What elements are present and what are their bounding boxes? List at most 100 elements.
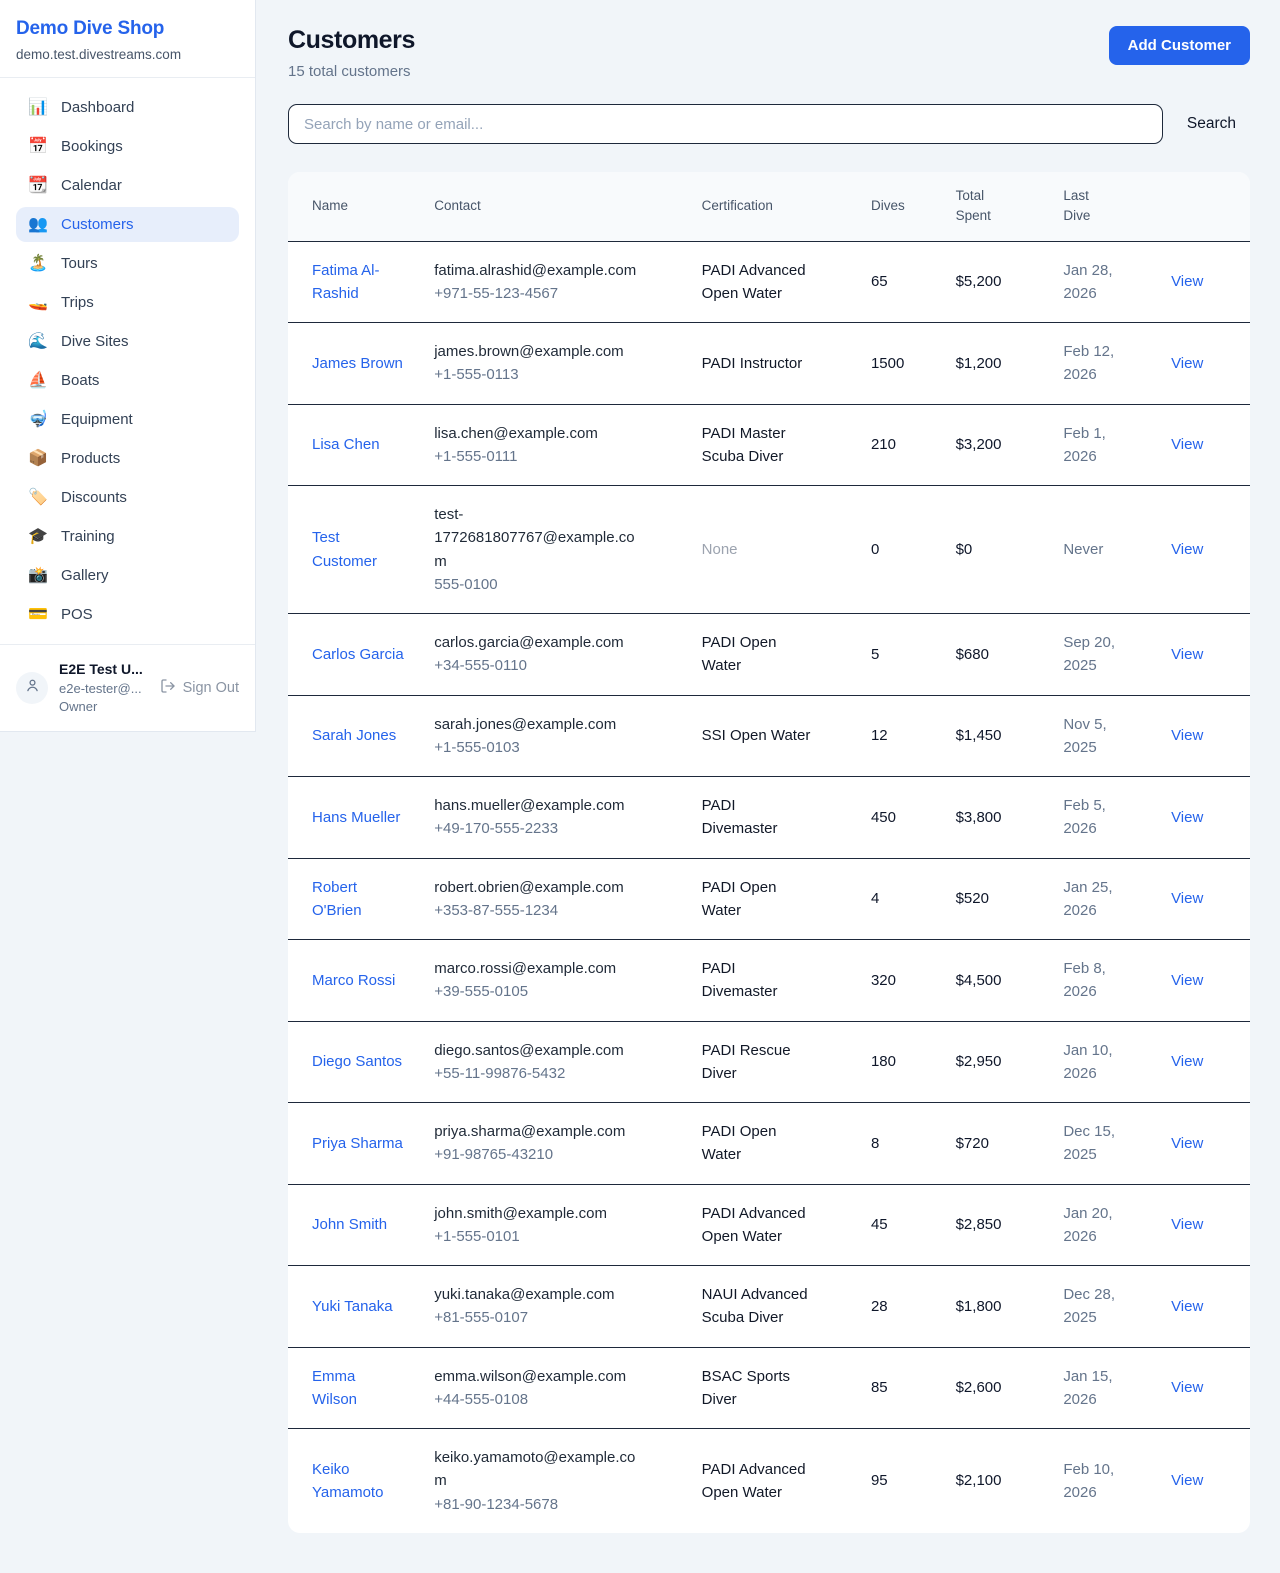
table-row: Priya Sharma priya.sharma@example.com +9…	[288, 1103, 1250, 1185]
view-link[interactable]: View	[1171, 890, 1203, 907]
customer-total-spent: $5,200	[956, 273, 1002, 290]
customer-name-link[interactable]: Marco Rossi	[312, 969, 395, 992]
view-link[interactable]: View	[1171, 1216, 1203, 1233]
customer-total-spent: $2,950	[956, 1053, 1002, 1070]
sidebar-item-gallery[interactable]: 📸 Gallery	[16, 558, 239, 593]
sidebar-item-training[interactable]: 🎓 Training	[16, 519, 239, 554]
view-link[interactable]: View	[1171, 1472, 1203, 1489]
col-header-last-dive: Last Dive	[1063, 172, 1171, 241]
customer-dives: 1500	[871, 355, 904, 372]
customer-last-dive: Feb 1, 2026	[1063, 422, 1125, 469]
add-customer-button[interactable]: Add Customer	[1109, 26, 1250, 65]
view-link[interactable]: View	[1171, 273, 1203, 290]
sidebar-item-products[interactable]: 📦 Products	[16, 441, 239, 476]
nav-label: POS	[61, 606, 93, 623]
page-header: Customers 15 total customers Add Custome…	[288, 26, 1250, 80]
search-button[interactable]: Search	[1173, 107, 1250, 141]
view-link[interactable]: View	[1171, 1053, 1203, 1070]
customer-name-link[interactable]: Keiko Yamamoto	[312, 1458, 404, 1505]
customer-total-spent: $1,800	[956, 1298, 1002, 1315]
customer-name-link[interactable]: Hans Mueller	[312, 806, 400, 829]
customer-total-spent: $2,850	[956, 1216, 1002, 1233]
customer-email: keiko.yamamoto@example.com	[434, 1446, 639, 1493]
view-link[interactable]: View	[1171, 727, 1203, 744]
customer-phone: 555-0100	[434, 573, 693, 596]
customer-name-link[interactable]: Carlos Garcia	[312, 643, 404, 666]
sidebar: Demo Dive Shop demo.test.divestreams.com…	[0, 0, 256, 732]
customer-email: sarah.jones@example.com	[434, 713, 616, 736]
customer-name-link[interactable]: John Smith	[312, 1213, 387, 1236]
customer-dives: 450	[871, 809, 896, 826]
customer-name-link[interactable]: Sarah Jones	[312, 724, 396, 747]
customer-dives: 5	[871, 646, 879, 663]
customer-dives: 95	[871, 1472, 888, 1489]
sidebar-item-calendar[interactable]: 📆 Calendar	[16, 168, 239, 203]
sidebar-item-bookings[interactable]: 📅 Bookings	[16, 129, 239, 164]
sidebar-item-boats[interactable]: ⛵ Boats	[16, 363, 239, 398]
view-link[interactable]: View	[1171, 1379, 1203, 1396]
customer-last-dive: Jan 10, 2026	[1063, 1039, 1125, 1086]
customer-last-dive: Nov 5, 2025	[1063, 713, 1125, 760]
nav-label: Discounts	[61, 489, 127, 506]
customer-phone: +81-555-0107	[434, 1306, 693, 1329]
customer-name-link[interactable]: Yuki Tanaka	[312, 1295, 393, 1318]
customer-last-dive: Jan 20, 2026	[1063, 1202, 1125, 1249]
customer-email: fatima.alrashid@example.com	[434, 259, 636, 282]
customer-last-dive: Jan 25, 2026	[1063, 876, 1125, 923]
customer-last-dive: Sep 20, 2025	[1063, 631, 1125, 678]
customer-name-link[interactable]: Lisa Chen	[312, 433, 380, 456]
sidebar-item-trips[interactable]: 🚤 Trips	[16, 285, 239, 320]
sidebar-item-dive-sites[interactable]: 🌊 Dive Sites	[16, 324, 239, 359]
nav-icon: 🌊	[28, 334, 48, 350]
customer-certification: PADI Divemaster	[702, 957, 814, 1004]
customer-email: emma.wilson@example.com	[434, 1365, 626, 1388]
customer-name-link[interactable]: Diego Santos	[312, 1050, 402, 1073]
nav-icon: 🤿	[28, 412, 48, 428]
sign-out-icon	[160, 678, 176, 698]
customer-total-spent: $680	[956, 646, 989, 663]
sign-out-button[interactable]: Sign Out	[160, 678, 239, 698]
customer-certification: NAUI Advanced Scuba Diver	[702, 1283, 814, 1330]
sidebar-item-discounts[interactable]: 🏷️ Discounts	[16, 480, 239, 515]
search-input[interactable]	[288, 104, 1163, 144]
customer-name-link[interactable]: Fatima Al-Rashid	[312, 259, 404, 306]
view-link[interactable]: View	[1171, 809, 1203, 826]
customer-name-link[interactable]: James Brown	[312, 352, 403, 375]
customer-email: james.brown@example.com	[434, 340, 623, 363]
main-content: Customers 15 total customers Add Custome…	[256, 0, 1280, 1573]
view-link[interactable]: View	[1171, 1298, 1203, 1315]
sidebar-item-dashboard[interactable]: 📊 Dashboard	[16, 90, 239, 125]
table-row: Carlos Garcia carlos.garcia@example.com …	[288, 614, 1250, 696]
customer-certification: PADI Advanced Open Water	[702, 1458, 814, 1505]
customer-name-link[interactable]: Test Customer	[312, 526, 404, 573]
customer-certification: PADI Divemaster	[702, 794, 814, 841]
view-link[interactable]: View	[1171, 1135, 1203, 1152]
customer-phone: +1-555-0103	[434, 736, 693, 759]
table-row: Test Customer test-1772681807767@example…	[288, 486, 1250, 614]
customer-email: marco.rossi@example.com	[434, 957, 616, 980]
nav-icon: 💳	[28, 607, 48, 623]
customer-phone: +91-98765-43210	[434, 1143, 693, 1166]
sidebar-item-customers[interactable]: 👥 Customers	[16, 207, 239, 242]
customer-phone: +353-87-555-1234	[434, 899, 693, 922]
view-link[interactable]: View	[1171, 646, 1203, 663]
customer-total-spent: $2,100	[956, 1472, 1002, 1489]
view-link[interactable]: View	[1171, 972, 1203, 989]
sidebar-item-equipment[interactable]: 🤿 Equipment	[16, 402, 239, 437]
customers-table: Name Contact Certification Dives Total S…	[288, 172, 1250, 1533]
nav-icon: ⛵	[28, 373, 48, 389]
view-link[interactable]: View	[1171, 436, 1203, 453]
table-row: Diego Santos diego.santos@example.com +5…	[288, 1021, 1250, 1103]
customer-dives: 180	[871, 1053, 896, 1070]
customer-name-link[interactable]: Emma Wilson	[312, 1365, 404, 1412]
customer-name-link[interactable]: Priya Sharma	[312, 1132, 403, 1155]
customer-dives: 12	[871, 727, 888, 744]
view-link[interactable]: View	[1171, 541, 1203, 558]
sidebar-item-tours[interactable]: 🏝️ Tours	[16, 246, 239, 281]
nav-icon: 📆	[28, 178, 48, 194]
sidebar-item-pos[interactable]: 💳 POS	[16, 597, 239, 632]
customer-phone: +34-555-0110	[434, 654, 693, 677]
customer-last-dive: Feb 10, 2026	[1063, 1458, 1125, 1505]
customer-name-link[interactable]: Robert O'Brien	[312, 876, 404, 923]
view-link[interactable]: View	[1171, 355, 1203, 372]
